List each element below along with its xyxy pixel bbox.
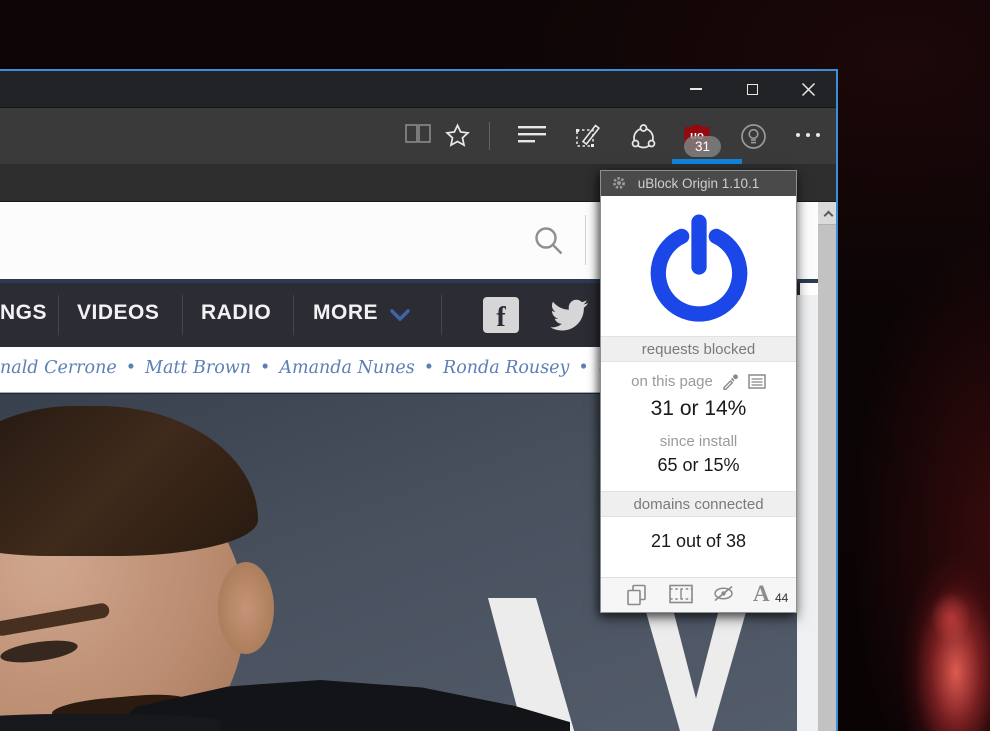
more-actions-button[interactable] [792, 115, 824, 159]
on-this-page-label: on this page [631, 373, 713, 390]
ublock-popup-header: uBlock Origin 1.10.1 [601, 171, 796, 196]
link-matt-brown[interactable]: Matt Brown [145, 358, 251, 378]
browser-window: uo 31 NGS VI [0, 69, 838, 731]
cosmetic-filtering-icon[interactable] [712, 584, 735, 603]
backdrop-letter [642, 598, 750, 731]
requests-blocked-header: requests blocked [601, 336, 796, 362]
ublock-version-title: uBlock Origin 1.10.1 [637, 176, 760, 191]
vertical-scrollbar[interactable] [818, 202, 836, 731]
link-donald-cerrone[interactable]: nald Cerrone [0, 358, 117, 378]
nav-divider [182, 295, 183, 335]
nav-item-rankings[interactable]: NGS [0, 301, 47, 325]
request-log-icon[interactable] [748, 374, 766, 389]
titlebar [0, 71, 836, 107]
block-fonts-icon[interactable]: A [753, 581, 770, 607]
ublock-popup-toolbar: A 44 [601, 577, 796, 612]
browser-toolbar: uo 31 [0, 107, 836, 164]
block-popups-icon[interactable] [626, 584, 647, 606]
nav-item-radio[interactable]: RADIO [201, 301, 271, 325]
scroll-up-button[interactable] [818, 202, 836, 224]
favorites-button[interactable] [441, 115, 473, 159]
minimize-button[interactable] [668, 71, 724, 107]
nav-divider [293, 295, 294, 335]
bullet-separator: • [578, 358, 589, 378]
web-note-button[interactable] [572, 115, 604, 159]
bullet-separator: • [423, 358, 435, 378]
nav-item-more[interactable]: MORE [313, 301, 378, 325]
power-section [601, 196, 796, 336]
share-button[interactable] [627, 115, 659, 159]
chevron-down-icon [390, 309, 410, 321]
page-blocked-stat: 31 or 14% [650, 397, 747, 420]
search-icon[interactable] [533, 225, 565, 257]
power-button[interactable] [648, 214, 750, 326]
hub-button[interactable] [516, 115, 548, 159]
lightbulb-icon [740, 124, 766, 149]
web-note-icon [576, 124, 601, 147]
since-install-label: since install [659, 433, 738, 450]
search-divider [585, 215, 586, 265]
bullet-separator: • [125, 358, 137, 378]
hub-lines-icon [518, 126, 546, 143]
nav-item-videos[interactable]: VIDEOS [77, 301, 159, 325]
font-count: 44 [775, 591, 789, 605]
nav-divider [58, 295, 59, 335]
reading-view-button[interactable] [402, 115, 434, 159]
page-right-gutter [797, 295, 818, 731]
minimize-icon [690, 88, 702, 90]
ublock-popup: uBlock Origin 1.10.1 requests blocked on… [600, 170, 797, 613]
element-picker-icon[interactable] [722, 373, 739, 390]
share-icon [631, 124, 655, 149]
maximize-icon [746, 83, 758, 95]
maximize-button[interactable] [724, 71, 780, 107]
nav-divider [441, 295, 442, 335]
gear-icon[interactable] [611, 175, 627, 191]
install-blocked-stat: 65 or 15% [657, 455, 740, 475]
block-media-icon[interactable] [669, 584, 693, 604]
facebook-icon[interactable]: f [483, 297, 519, 333]
star-icon [444, 123, 470, 147]
ellipsis-icon [796, 133, 820, 137]
toolbar-divider [489, 122, 490, 150]
chevron-up-icon [823, 210, 833, 220]
twitter-icon[interactable] [549, 299, 589, 332]
on-this-page-row: on this page [601, 373, 796, 390]
scrollbar-thumb[interactable] [818, 224, 836, 731]
fighter-hair [0, 406, 258, 556]
domains-connected-stat: 21 out of 38 [650, 531, 747, 551]
domains-connected-header: domains connected [601, 491, 796, 517]
close-button[interactable] [780, 71, 836, 107]
ublock-badge-count: 31 [684, 136, 721, 157]
fighter-ear [218, 562, 274, 654]
lightbulb-extension-button[interactable] [737, 115, 769, 159]
link-amanda-nunes[interactable]: Amanda Nunes [279, 358, 414, 378]
fighter-jacket [0, 714, 220, 731]
close-icon [801, 82, 815, 96]
bullet-separator: • [260, 358, 271, 378]
link-ronda-rousey[interactable]: Ronda Rousey [443, 358, 569, 378]
book-icon [405, 124, 431, 143]
